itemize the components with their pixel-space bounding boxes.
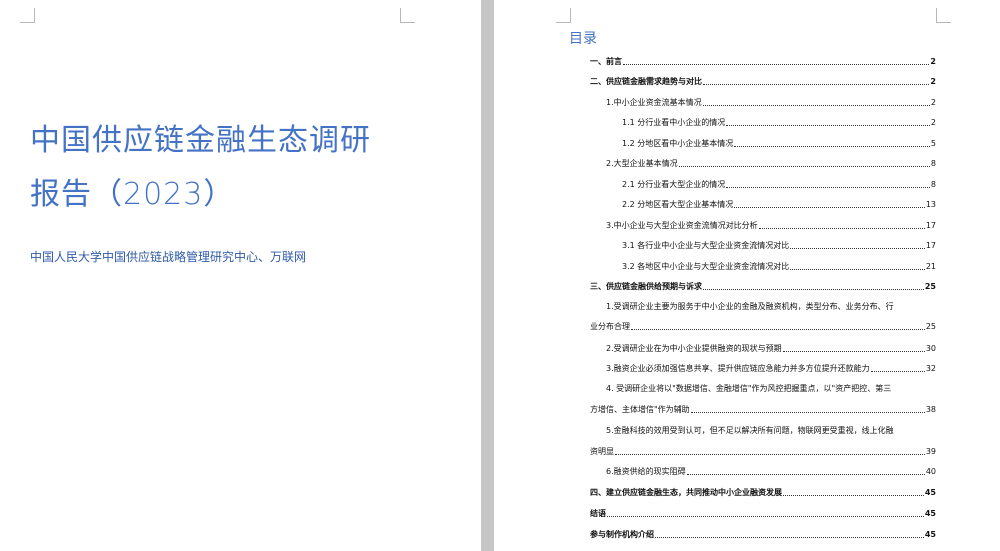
toc-entry-page: 30: [925, 344, 936, 353]
toc-entry[interactable]: 方增信、主体增信"作为辅助 38: [590, 404, 936, 415]
toc-entry[interactable]: 1.1 分行业看中小企业的情况 2: [622, 117, 936, 128]
toc-leader: [726, 125, 930, 126]
toc-leader: [631, 329, 925, 330]
author-line: 中国人民大学中国供应链战略管理研究中心、万联网: [30, 250, 307, 264]
toc-entry-text: 3.中小企业与大型企业资金流情况对比分析: [606, 221, 758, 230]
toc-entry[interactable]: 1.2 分地区看中小企业基本情况 5: [622, 138, 936, 149]
toc-entry[interactable]: 3.2 各地区中小企业与大型企业资金流情况对比 21: [622, 261, 936, 272]
toc-entry[interactable]: 1.中小企业资金流基本情况 2: [606, 97, 936, 108]
toc-leader: [607, 516, 924, 517]
toc-entry[interactable]: 2.受调研企业在为中小企业提供融资的现状与预期 30: [606, 343, 936, 354]
toc-entry[interactable]: 6.融资供给的现实阻碍 40: [606, 466, 936, 477]
toc-entry-page: 5: [930, 139, 936, 148]
toc-leader: [870, 371, 925, 372]
toc-entry-text: 6.融资供给的现实阻碍: [606, 467, 686, 476]
toc-entry-text: 1.2 分地区看中小企业基本情况: [622, 139, 734, 148]
toc-entry-text: 一、前言: [590, 57, 622, 66]
toc-entry[interactable]: 2.大型企业基本情况 8: [606, 158, 936, 169]
toc-entry-page: 32: [925, 364, 936, 373]
toc-entry-page: 17: [925, 241, 936, 250]
toc-entry-text: 结语: [590, 509, 606, 518]
toc-leader: [615, 454, 925, 455]
toc-leader: [734, 207, 925, 208]
toc-entry[interactable]: 一、前言 2: [590, 56, 936, 67]
crop-mark-top-right: [400, 8, 415, 23]
toc-heading: 目录: [569, 31, 597, 47]
toc-entry[interactable]: 二、供应链金融需求趋势与对比 2: [590, 76, 936, 87]
toc-entry-text: 资明显: [590, 447, 614, 456]
toc-entry-text-line1[interactable]: 1.受调研企业主要为服务于中小企业的金融及融资机构，类型分布、业务分布、行: [606, 301, 894, 312]
title-line-2: 报告（2023）: [30, 177, 235, 212]
toc-entry-page: 2: [930, 118, 936, 127]
toc-entry-page: 25: [925, 322, 936, 331]
toc-entry-text: 二、供应链金融需求趋势与对比: [590, 77, 702, 86]
page-gutter: [481, 0, 494, 551]
toc-entry-text: 四、建立供应链金融生态，共同推动中小企业融资发展: [590, 488, 782, 497]
toc-entry-page: 38: [925, 405, 936, 414]
toc-entry[interactable]: 3.融资企业必须加强信息共享、提升供应链应急能力并多方位提升还款能力 32: [606, 363, 936, 374]
toc-entry-page: 2: [930, 98, 936, 107]
toc-entry-page: 39: [925, 447, 936, 456]
toc-leader: [783, 495, 924, 496]
toc-entry-page: 45: [924, 509, 936, 518]
toc-entry-text: 2.大型企业基本情况: [606, 159, 678, 168]
toc-entry-page: 25: [924, 282, 936, 291]
toc-entry-page: 2: [930, 77, 936, 86]
cover-page: 中国供应链金融生态调研 报告（2023） 中国人民大学中国供应链战略管理研究中心…: [0, 0, 481, 551]
toc-entry[interactable]: 四、建立供应链金融生态，共同推动中小企业融资发展 45: [590, 487, 936, 498]
document-title: 中国供应链金融生态调研 报告（2023）: [30, 114, 371, 222]
toc-entry-text: 参与制作机构介绍: [590, 530, 654, 539]
toc-entry-text: 3.2 各地区中小企业与大型企业资金流情况对比: [622, 262, 790, 271]
toc-leader: [734, 146, 930, 147]
toc-leader: [758, 228, 925, 229]
toc-entry[interactable]: 参与制作机构介绍 45: [590, 529, 936, 540]
toc-entry[interactable]: 3.1 各行业中小企业与大型企业资金流情况对比 17: [622, 240, 936, 251]
toc-entry-text: 1.中小企业资金流基本情况: [606, 98, 702, 107]
toc-entry[interactable]: 资明显 39: [590, 446, 936, 457]
toc-leader: [726, 187, 930, 188]
toc-entry-text: 2.2 分地区看大型企业基本情况: [622, 200, 734, 209]
toc-entry-page: 2: [930, 57, 936, 66]
toc-entry-page: 21: [925, 262, 936, 271]
toc-leader: [703, 84, 930, 85]
toc-entry-text: 3.1 各行业中小企业与大型企业资金流情况对比: [622, 241, 790, 250]
toc-entry-page: 17: [925, 221, 936, 230]
toc-entry-text: 业分布合理: [590, 322, 630, 331]
toc-leader: [703, 289, 924, 290]
toc-entry-text: 1.1 分行业看中小企业的情况: [622, 118, 726, 127]
toc-entry[interactable]: 2.1 分行业看大型企业的情况 8: [622, 179, 936, 190]
toc-leader: [790, 269, 925, 270]
toc-leader: [686, 474, 925, 475]
toc-entry-text-line1[interactable]: 5.金融科技的效用受到认可，但不足以解决所有问题，物联网更受重视，线上化融: [606, 425, 894, 436]
toc-entry-page: 8: [930, 159, 936, 168]
toc-entry-text: 三、供应链金融供给预期与诉求: [590, 282, 702, 291]
toc-leader: [678, 166, 930, 167]
toc-entry-page: 40: [925, 467, 936, 476]
toc-entry[interactable]: 3.中小企业与大型企业资金流情况对比分析 17: [606, 220, 936, 231]
toc-leader: [655, 537, 924, 538]
toc-entry-page: 45: [924, 530, 936, 539]
crop-mark-top-right: [936, 8, 951, 23]
toc-entry-page: 8: [930, 180, 936, 189]
toc-entry-page: 13: [925, 200, 936, 209]
toc-entry-page: 45: [924, 488, 936, 497]
toc-entry-text: 3.融资企业必须加强信息共享、提升供应链应急能力并多方位提升还款能力: [606, 364, 870, 373]
toc-page: 目录 一、前言 2 二、供应链金融需求趋势与对比 2 1.中小企业资金流基本情况 2 …: [494, 0, 1000, 551]
toc-entry-text-line1[interactable]: 4. 受调研企业将以"数据增信、金融增信"作为风控把握重点，以"资产把控、第三: [606, 383, 891, 394]
crop-mark-top-left: [20, 8, 35, 23]
toc-entry-text: 2.1 分行业看大型企业的情况: [622, 180, 726, 189]
title-line-1: 中国供应链金融生态调研: [30, 123, 371, 158]
toc-entry-text: 2.受调研企业在为中小企业提供融资的现状与预期: [606, 344, 782, 353]
toc-entry[interactable]: 业分布合理 25: [590, 321, 936, 332]
toc-entry[interactable]: 三、供应链金融供给预期与诉求 25: [590, 281, 936, 292]
toc-entry-text: 方增信、主体增信"作为辅助: [590, 405, 690, 414]
toc-leader: [782, 351, 925, 352]
toc-entry[interactable]: 结语 45: [590, 508, 936, 519]
toc-leader: [702, 105, 930, 106]
toc-leader: [623, 64, 930, 65]
toc-leader: [790, 248, 925, 249]
crop-mark-top-left: [556, 8, 571, 23]
toc-leader: [690, 412, 925, 413]
toc-entry[interactable]: 2.2 分地区看大型企业基本情况 13: [622, 199, 936, 210]
